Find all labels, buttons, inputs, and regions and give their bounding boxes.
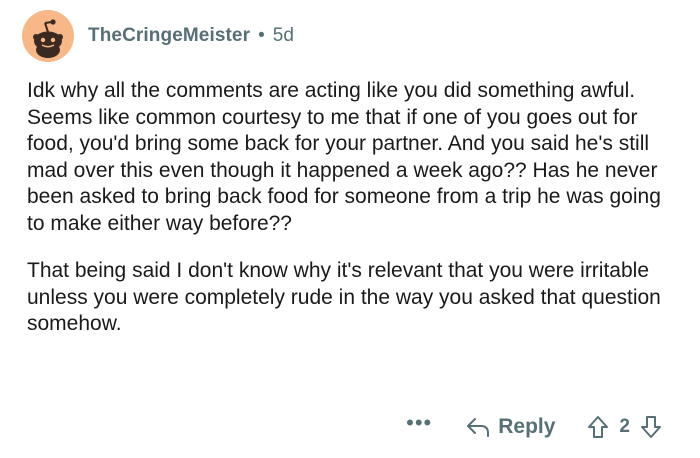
downvote-arrow-icon[interactable] xyxy=(640,415,662,439)
reply-button[interactable]: Reply xyxy=(466,415,555,439)
vote-score: 2 xyxy=(619,416,630,437)
more-options-button[interactable]: ••• xyxy=(406,412,432,434)
comment-age: 5d xyxy=(272,25,294,46)
comment-body: Idk why all the comments are acting like… xyxy=(27,78,677,338)
comment-actions: ••• Reply 2 xyxy=(406,408,662,446)
comment-paragraph: Idk why all the comments are acting like… xyxy=(27,79,661,235)
comment-paragraph: That being said I don't know why it's re… xyxy=(27,259,661,335)
upvote-arrow-icon[interactable] xyxy=(587,415,609,439)
reddit-snoo-avatar-icon xyxy=(33,19,63,58)
username[interactable]: TheCringeMeister xyxy=(88,25,250,47)
reply-arrow-icon xyxy=(467,418,490,437)
vote-controls: 2 xyxy=(587,415,662,439)
comment: TheCringeMeister • 5d Idk why all the co… xyxy=(0,0,700,458)
comment-header: TheCringeMeister • 5d xyxy=(22,10,294,62)
avatar[interactable] xyxy=(22,10,74,62)
meta-separator: • xyxy=(258,25,265,46)
reply-label: Reply xyxy=(498,415,556,438)
